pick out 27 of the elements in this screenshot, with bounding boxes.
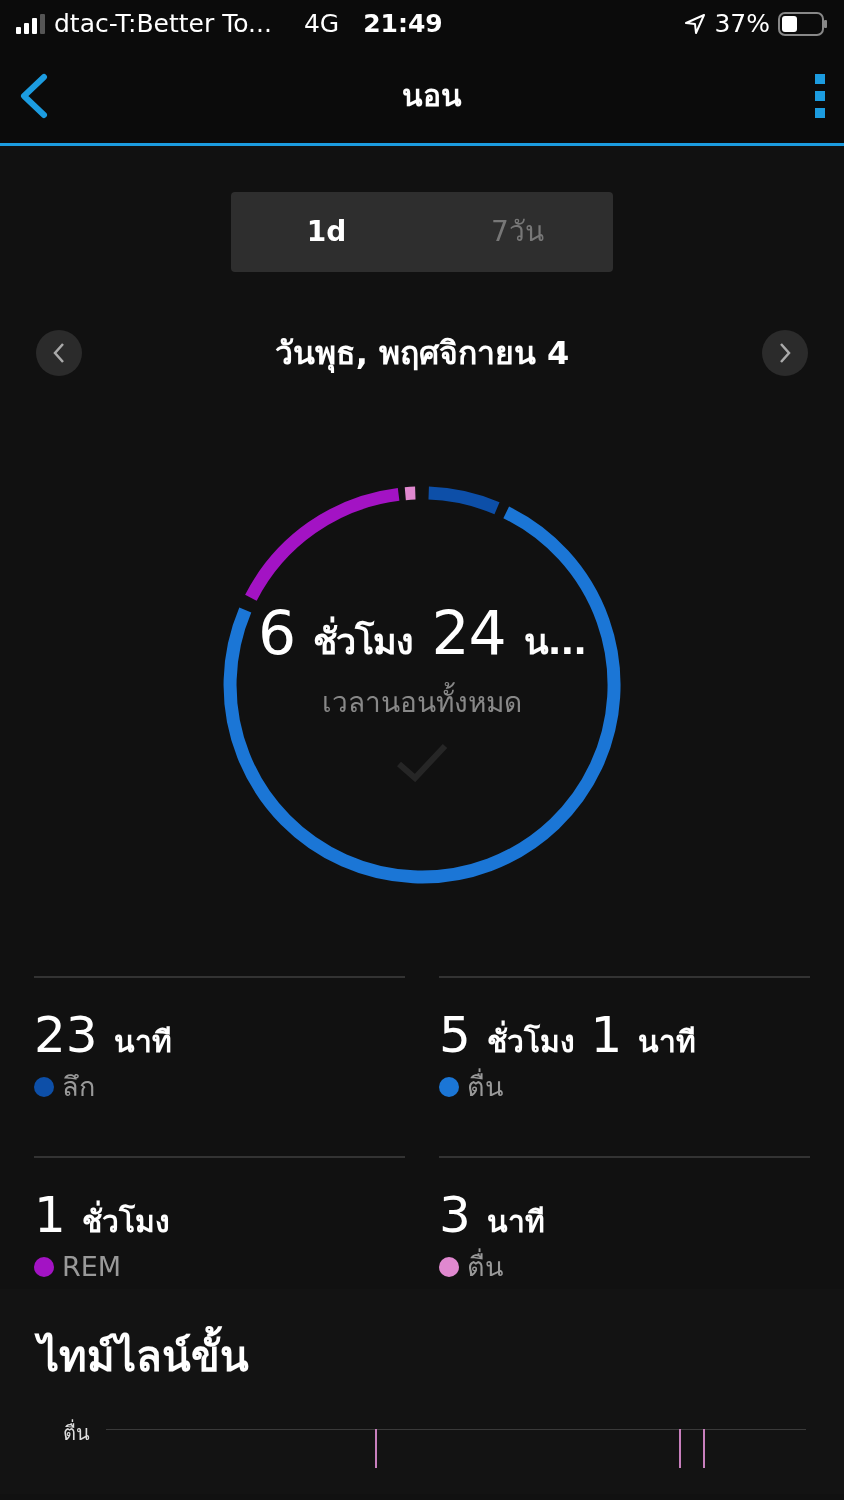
period-tab[interactable]: 1d: [231, 192, 422, 272]
total-sleep-label: เวลานอนทั้งหมด: [322, 682, 522, 724]
more-menu-icon[interactable]: [814, 72, 826, 119]
chevron-right-icon: [778, 342, 792, 364]
next-day-button[interactable]: [762, 330, 808, 376]
stage-label: ตื่น: [467, 1067, 503, 1108]
timeline-row-label: ตื่น: [62, 1418, 91, 1447]
back-icon[interactable]: [18, 72, 50, 119]
signal-icon: [16, 14, 46, 34]
network-type: 4G: [303, 8, 340, 41]
total-sleep-time: 6 ชั่วโมง 24 น...: [258, 597, 586, 670]
clock-time: 21:49: [363, 8, 443, 41]
date-label: วันพุธ, พฤศจิกายน 4: [274, 333, 570, 375]
stage-label: ลึก: [62, 1070, 95, 1104]
stage-duration: 3 นาที: [439, 1188, 546, 1243]
chevron-left-icon: [52, 342, 66, 364]
stage-duration: 23 นาที: [34, 1008, 173, 1063]
battery-percent: 37%: [714, 8, 770, 41]
stage-label: REM: [62, 1250, 122, 1284]
previous-day-button[interactable]: [36, 330, 82, 376]
page-title: นอน: [402, 77, 462, 115]
stage-duration: 1 ชั่วโมง: [34, 1188, 171, 1243]
stage-label: ตื่น: [467, 1247, 503, 1288]
battery-icon: [778, 12, 828, 36]
location-arrow-icon: [684, 13, 707, 35]
stage-duration: 5 ชั่วโมง 1 นาที: [439, 1008, 698, 1063]
carrier-name: dtac-T:Better To...: [54, 8, 272, 41]
